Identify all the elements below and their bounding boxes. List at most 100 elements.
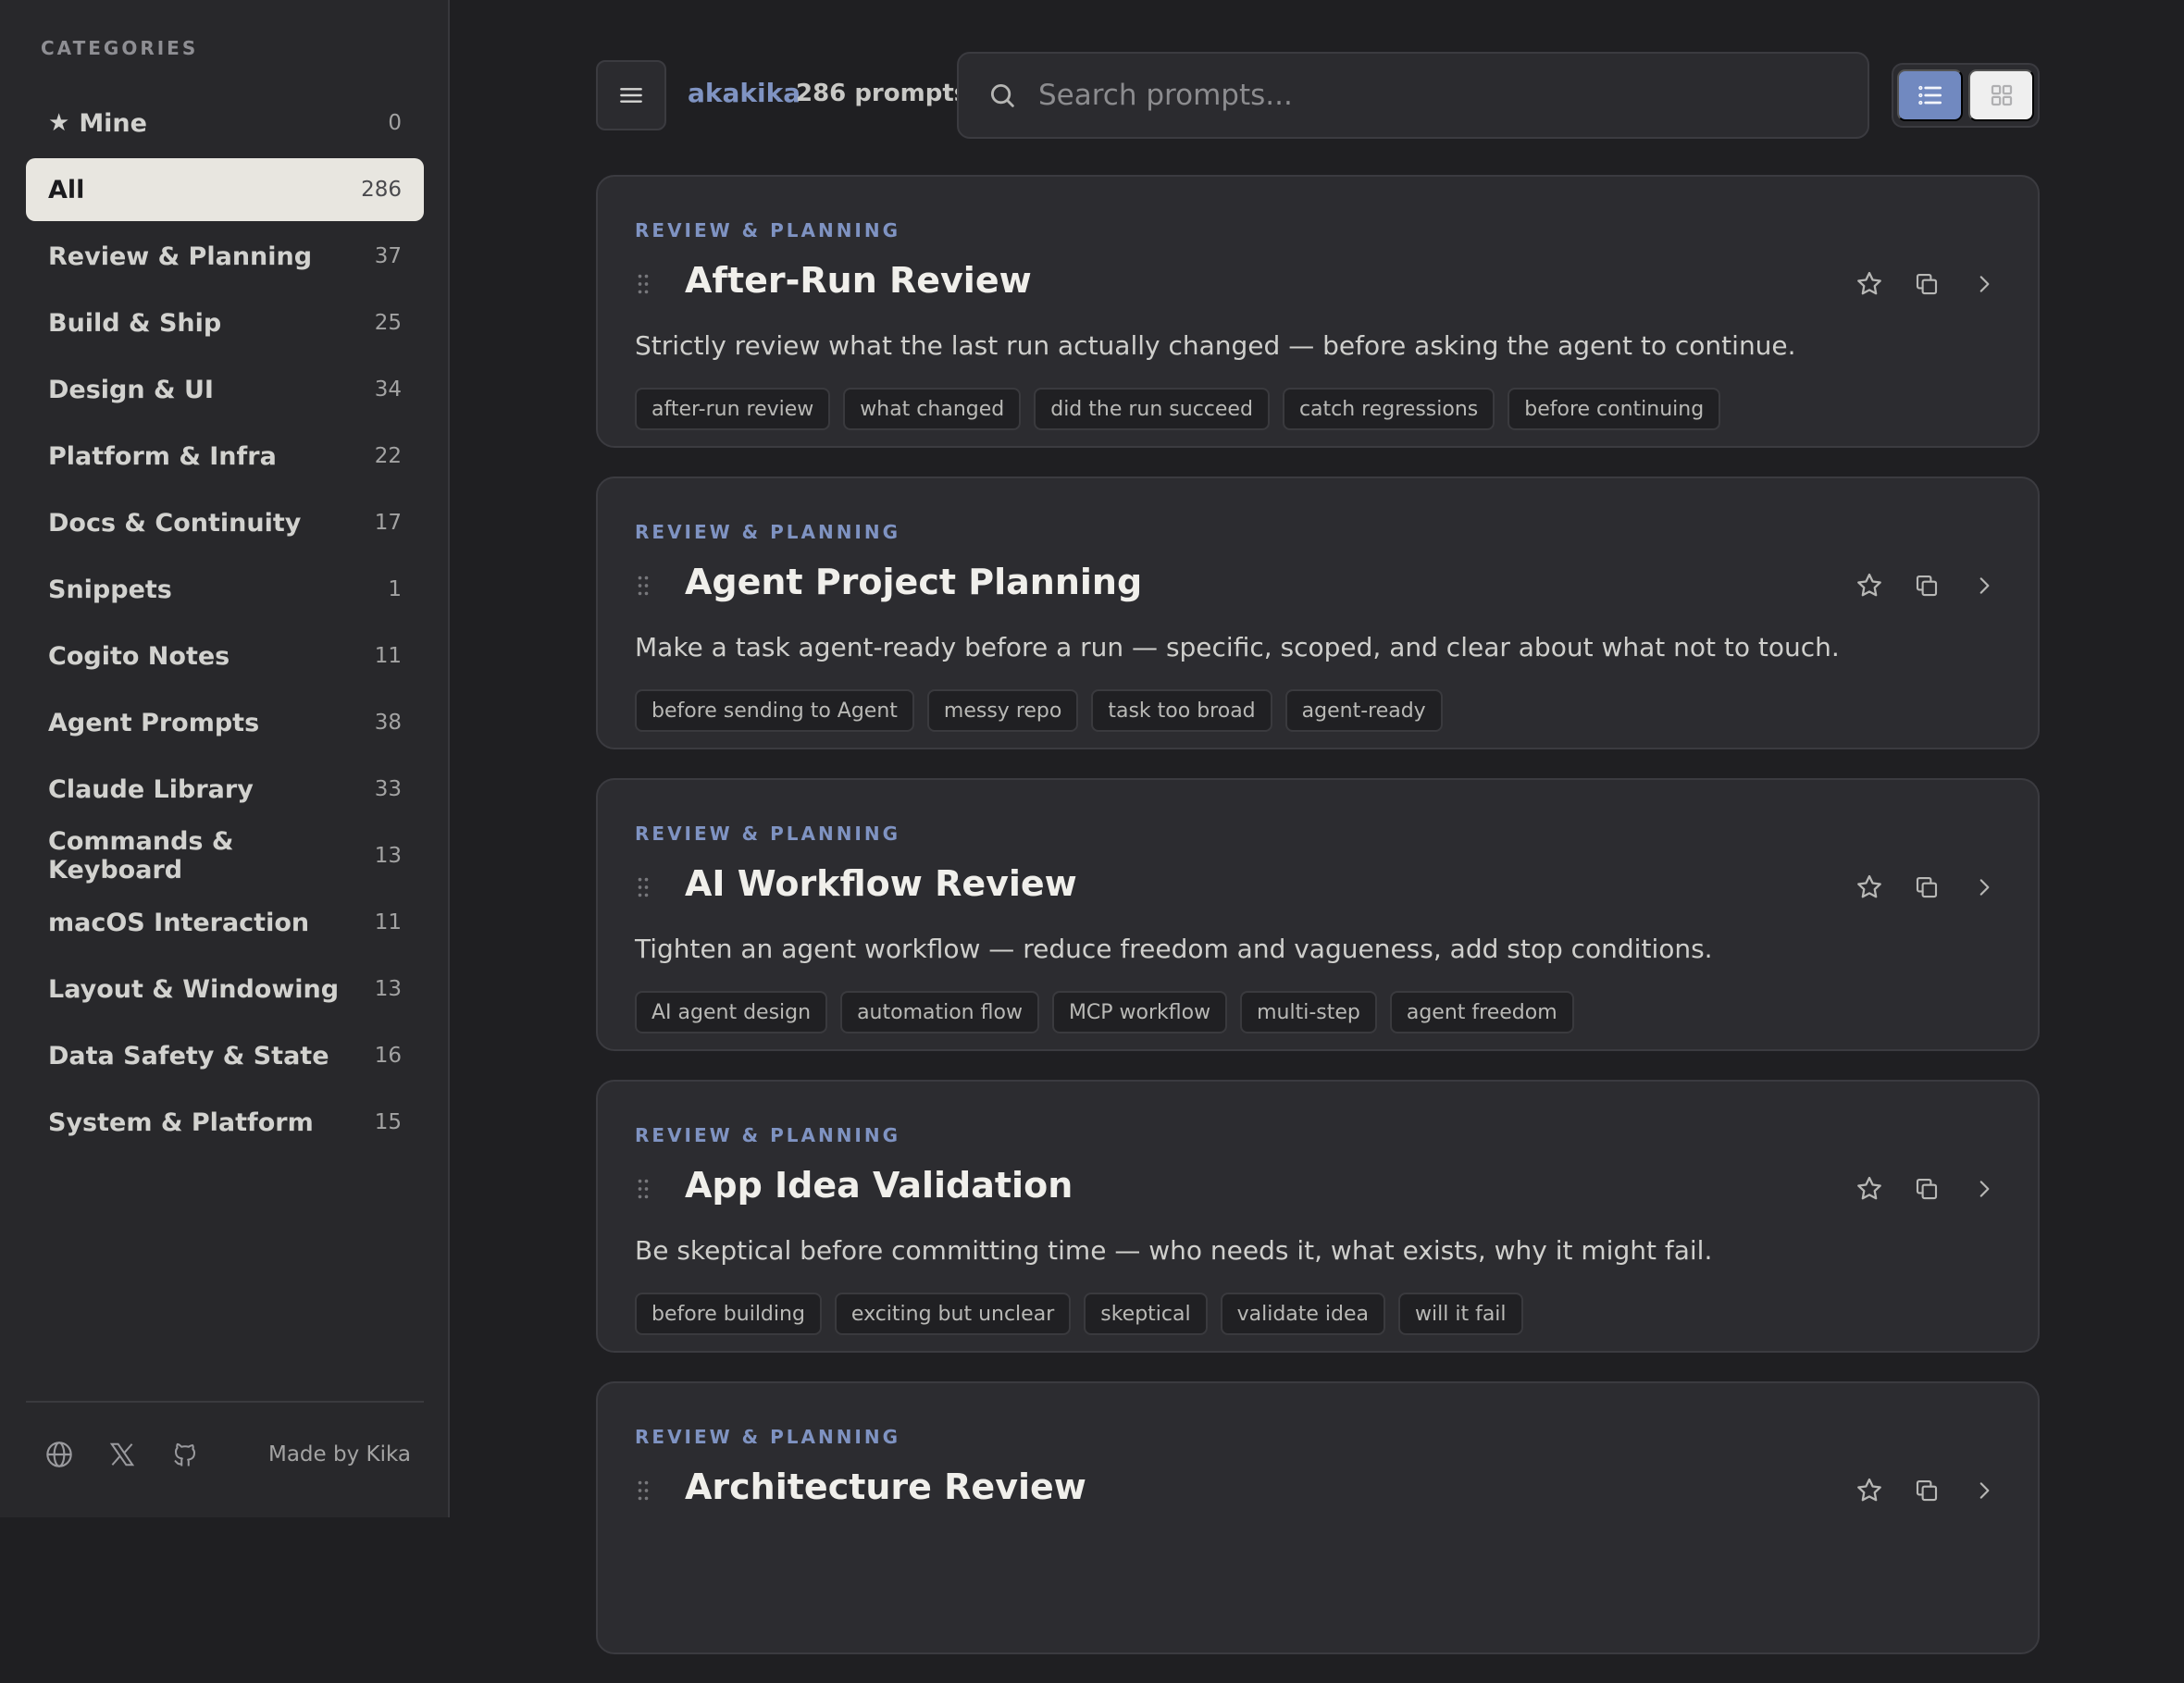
sidebar-item-count: 37	[374, 244, 402, 268]
sidebar-item-label: Build & Ship	[48, 308, 222, 338]
tag[interactable]: before continuing	[1508, 388, 1721, 430]
sidebar-item-system-platform[interactable]: System & Platform 15	[26, 1091, 424, 1154]
sidebar-item-label: Docs & Continuity	[48, 508, 302, 538]
tag[interactable]: validate idea	[1220, 1293, 1386, 1335]
sidebar-item-all[interactable]: All 286	[26, 158, 424, 221]
tag[interactable]: what changed	[843, 388, 1022, 430]
prompt-card[interactable]: REVIEW & PLANNING AI Workflow Review Tig…	[596, 778, 2040, 1051]
sidebar-item-macos-interaction[interactable]: macOS Interaction 11	[26, 891, 424, 954]
sidebar-item-layout-windowing[interactable]: Layout & Windowing 13	[26, 958, 424, 1021]
drag-handle-icon[interactable]	[637, 575, 650, 597]
card-tags: before sending to Agent messy repo task …	[635, 689, 1443, 732]
prompt-card[interactable]: REVIEW & PLANNING After-Run Review Stric…	[596, 175, 2040, 448]
tag[interactable]: after-run review	[635, 388, 831, 430]
globe-icon[interactable]	[41, 1436, 78, 1473]
grid-icon	[1988, 81, 2016, 109]
tag[interactable]: exciting but unclear	[834, 1293, 1072, 1335]
tag[interactable]: messy repo	[926, 689, 1079, 732]
copy-icon[interactable]	[1910, 267, 1943, 301]
star-icon[interactable]	[1853, 569, 1886, 602]
search-input[interactable]	[1038, 79, 1868, 112]
card-title[interactable]: Agent Project Planning	[685, 562, 1142, 602]
username[interactable]: akakika	[688, 78, 800, 108]
card-title[interactable]: Architecture Review	[685, 1466, 1086, 1507]
sidebar-item-claude-library[interactable]: Claude Library 33	[26, 758, 424, 821]
sidebar-item-count: 11	[374, 910, 402, 934]
copy-icon[interactable]	[1910, 569, 1943, 602]
tag[interactable]: multi-step	[1240, 991, 1377, 1033]
card-actions	[1853, 569, 2001, 602]
prompt-list: REVIEW & PLANNING After-Run Review Stric…	[596, 175, 2040, 1683]
sidebar-item-count: 38	[374, 711, 402, 735]
copy-icon[interactable]	[1910, 871, 1943, 904]
drag-handle-icon[interactable]	[637, 1178, 650, 1200]
drag-handle-icon[interactable]	[637, 1479, 650, 1502]
card-category: REVIEW & PLANNING	[635, 521, 901, 543]
github-icon[interactable]	[167, 1436, 204, 1473]
sidebar-item-label: Cogito Notes	[48, 641, 230, 671]
sidebar-item-data-safety-state[interactable]: Data Safety & State 16	[26, 1024, 424, 1087]
menu-button[interactable]	[596, 60, 666, 130]
sidebar-item-count: 25	[374, 311, 402, 335]
card-title[interactable]: AI Workflow Review	[685, 863, 1077, 904]
sidebar-item-count: 13	[374, 844, 402, 868]
sidebar: CATEGORIES ★ Mine 0 All 286 Review & Pla…	[0, 0, 450, 1517]
tag[interactable]: task too broad	[1091, 689, 1272, 732]
made-by-credit[interactable]: Made by Kika	[268, 1442, 411, 1466]
sidebar-item-snippets[interactable]: Snippets 1	[26, 558, 424, 621]
sidebar-item-label: Data Safety & State	[48, 1041, 329, 1070]
drag-handle-icon[interactable]	[637, 876, 650, 898]
tag[interactable]: catch regressions	[1282, 388, 1495, 430]
tag[interactable]: automation flow	[840, 991, 1039, 1033]
tag[interactable]: skeptical	[1084, 1293, 1208, 1335]
copy-icon[interactable]	[1910, 1474, 1943, 1507]
sidebar-item-label: Mine	[79, 108, 147, 138]
tag[interactable]: MCP workflow	[1051, 991, 1228, 1033]
sidebar-item-mine[interactable]: ★ Mine 0	[26, 92, 424, 155]
sidebar-item-design-ui[interactable]: Design & UI 34	[26, 358, 424, 421]
prompt-card[interactable]: REVIEW & PLANNING Architecture Review	[596, 1381, 2040, 1654]
sidebar-item-commands-keyboard[interactable]: Commands & Keyboard 13	[26, 824, 424, 887]
chevron-right-icon[interactable]	[1967, 267, 2001, 301]
sidebar-item-agent-prompts[interactable]: Agent Prompts 38	[26, 691, 424, 754]
list-view-button[interactable]	[1897, 69, 1963, 121]
card-description: Make a task agent-ready before a run — s…	[635, 632, 1840, 662]
sidebar-item-review-planning[interactable]: Review & Planning 37	[26, 225, 424, 288]
sidebar-item-docs-continuity[interactable]: Docs & Continuity 17	[26, 491, 424, 554]
sidebar-item-label: System & Platform	[48, 1108, 314, 1137]
tag[interactable]: before building	[635, 1293, 822, 1335]
copy-icon[interactable]	[1910, 1172, 1943, 1206]
star-icon[interactable]	[1853, 1474, 1886, 1507]
card-title[interactable]: App Idea Validation	[685, 1165, 1073, 1206]
sidebar-item-label: macOS Interaction	[48, 908, 310, 937]
card-actions	[1853, 267, 2001, 301]
card-description: Strictly review what the last run actual…	[635, 330, 1796, 361]
tag[interactable]: AI agent design	[635, 991, 828, 1033]
search-bar	[957, 52, 1869, 139]
sidebar-item-build-ship[interactable]: Build & Ship 25	[26, 291, 424, 354]
drag-handle-icon[interactable]	[637, 273, 650, 295]
prompt-card[interactable]: REVIEW & PLANNING App Idea Validation Be…	[596, 1080, 2040, 1353]
card-title[interactable]: After-Run Review	[685, 260, 1032, 301]
tag[interactable]: agent-ready	[1284, 689, 1443, 732]
sidebar-item-cogito-notes[interactable]: Cogito Notes 11	[26, 625, 424, 687]
chevron-right-icon[interactable]	[1967, 1172, 2001, 1206]
sidebar-item-label: Platform & Infra	[48, 441, 277, 471]
star-icon[interactable]	[1853, 871, 1886, 904]
chevron-right-icon[interactable]	[1967, 871, 2001, 904]
x-logo-icon[interactable]	[104, 1436, 141, 1473]
tag[interactable]: will it fail	[1398, 1293, 1523, 1335]
card-category: REVIEW & PLANNING	[635, 823, 901, 845]
star-icon[interactable]	[1853, 267, 1886, 301]
chevron-right-icon[interactable]	[1967, 1474, 2001, 1507]
prompt-card[interactable]: REVIEW & PLANNING Agent Project Planning…	[596, 476, 2040, 749]
chevron-right-icon[interactable]	[1967, 569, 2001, 602]
star-icon[interactable]	[1853, 1172, 1886, 1206]
tag[interactable]: did the run succeed	[1034, 388, 1270, 430]
sidebar-item-platform-infra[interactable]: Platform & Infra 22	[26, 425, 424, 488]
search-icon	[987, 80, 1018, 111]
tag[interactable]: before sending to Agent	[635, 689, 914, 732]
sidebar-item-label: Review & Planning	[48, 241, 313, 271]
grid-view-button[interactable]	[1968, 69, 2034, 121]
tag[interactable]: agent freedom	[1389, 991, 1574, 1033]
